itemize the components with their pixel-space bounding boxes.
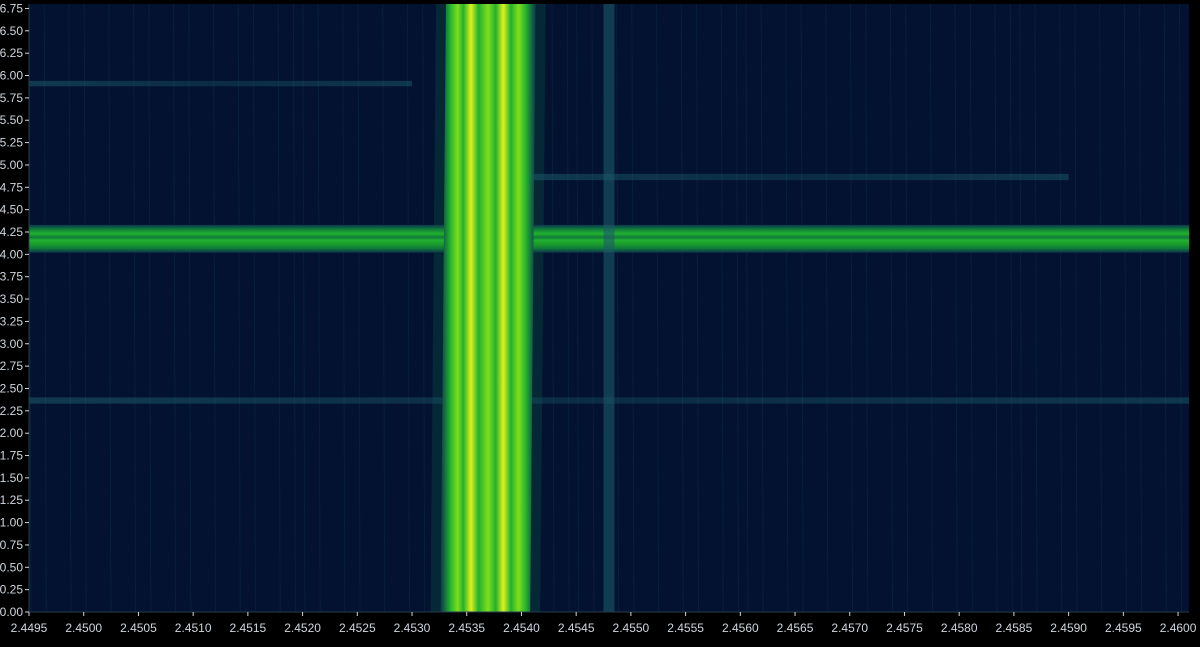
- y-tick-label: 0.75: [0, 538, 23, 552]
- y-tick-label: 4.75: [0, 180, 23, 194]
- y-tick-label: 2.25: [0, 404, 23, 418]
- y-tick-label: 6.25: [0, 46, 23, 60]
- y-tick-label: 2.00: [0, 426, 23, 440]
- y-tick-label: 2.75: [0, 359, 23, 373]
- signal-horizontal-5: [29, 80, 413, 87]
- x-tick-label: 2.4565: [777, 621, 814, 635]
- x-tick-label: 2.4575: [886, 621, 923, 635]
- y-tick-label: 5.25: [0, 136, 23, 150]
- x-tick-label: 2.4585: [996, 621, 1033, 635]
- y-tick-label: 6.50: [0, 24, 23, 38]
- x-tick-label: 2.4525: [339, 621, 376, 635]
- x-tick-label: 2.4530: [394, 621, 431, 635]
- y-tick-label: 0.00: [0, 605, 23, 619]
- x-tick-label: 2.4540: [503, 621, 540, 635]
- y-tick-label: 0.25: [0, 583, 23, 597]
- y-tick-label: 1.25: [0, 493, 23, 507]
- y-tick-label: 1.75: [0, 449, 23, 463]
- x-tick-label: 2.4590: [1050, 621, 1087, 635]
- y-axis: 0.00 0.25 0.50 0.75 1.00 1.25 1.50 1.75 2.00 2.25…: [0, 1, 30, 619]
- x-tick-label: 2.4510: [175, 621, 212, 635]
- y-tick-label: 1.00: [0, 516, 23, 530]
- x-tick-label: 2.4555: [667, 621, 704, 635]
- x-tick-label: 2.4550: [613, 621, 650, 635]
- x-tick-label: 2.4500: [65, 621, 102, 635]
- x-tick-label: 2.4570: [831, 621, 868, 635]
- x-tick-label: 2.4595: [1105, 621, 1142, 635]
- x-axis: 2.4495 2.4500 2.4505 2.4510 2.4515 2.4520 2.45…: [11, 611, 1197, 635]
- y-tick-label: 3.75: [0, 270, 23, 284]
- x-tick-label: 2.4515: [230, 621, 267, 635]
- x-tick-label: 2.4505: [120, 621, 157, 635]
- signal-vertical-0: [440, 4, 536, 612]
- signal-horizontal-3: [29, 397, 1189, 404]
- y-tick-label: 5.00: [0, 158, 23, 172]
- x-tick-label: 2.4535: [448, 621, 485, 635]
- y-tick-label: 4.25: [0, 225, 23, 239]
- spectrogram-chart: 2.4495 2.4500 2.4505 2.4510 2.4515 2.4520 2.45…: [0, 1, 1197, 635]
- y-tick-label: 2.50: [0, 381, 23, 395]
- y-tick-label: 4.50: [0, 203, 23, 217]
- y-tick-label: 6.75: [0, 1, 23, 15]
- y-tick-label: 6.00: [0, 69, 23, 83]
- x-tick-label: 2.4560: [722, 621, 759, 635]
- x-tick-label: 2.4520: [284, 621, 321, 635]
- x-tick-label: 2.4495: [11, 621, 48, 635]
- signal-horizontal-4: [521, 173, 1069, 181]
- signal-vertical-2: [603, 4, 615, 612]
- y-tick-label: 5.75: [0, 91, 23, 105]
- x-tick-label: 2.4545: [558, 621, 595, 635]
- x-tick-label: 2.4580: [941, 621, 978, 635]
- y-tick-label: 5.50: [0, 113, 23, 127]
- y-tick-label: 3.50: [0, 292, 23, 306]
- y-tick-label: 3.25: [0, 314, 23, 328]
- y-tick-label: 3.00: [0, 337, 23, 351]
- y-tick-label: 1.50: [0, 471, 23, 485]
- x-tick-label: 2.4600: [1160, 621, 1197, 635]
- y-tick-label: 4.00: [0, 247, 23, 261]
- y-tick-label: 0.50: [0, 560, 23, 574]
